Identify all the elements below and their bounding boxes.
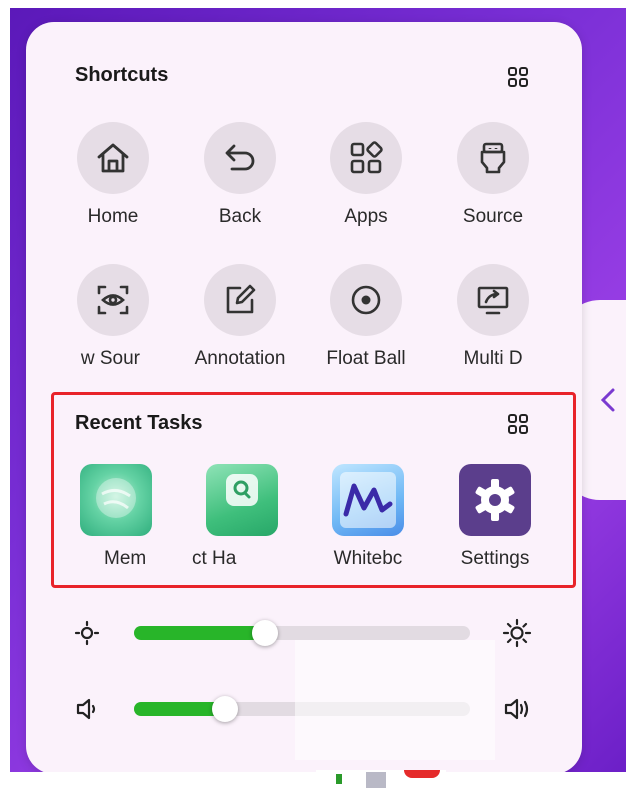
brightness-high-button[interactable] <box>500 616 534 650</box>
shortcut-multi-display[interactable]: Multi D <box>430 264 540 384</box>
shortcuts-title: Shortcuts <box>75 64 169 86</box>
recent-tasks-title: Recent Tasks <box>75 412 203 434</box>
shortcut-annotation-label: Annotation <box>194 348 286 369</box>
recent-task-settings-label: Settings <box>460 548 530 569</box>
brightness-low-button[interactable] <box>70 616 104 650</box>
brightness-low-icon <box>74 620 100 646</box>
volume-thumb[interactable] <box>211 696 238 722</box>
back-icon <box>225 144 255 171</box>
recent-task-search-app-label: ct Ha <box>192 548 237 569</box>
shortcut-source-label: Source <box>462 206 524 227</box>
search-app-icon <box>206 464 278 536</box>
grid-icon <box>508 414 528 434</box>
recent-task-whiteboard[interactable]: Whitebc <box>304 464 424 574</box>
recent-task-memo-label: Mem <box>104 548 147 569</box>
shortcut-back-label: Back <box>218 206 262 227</box>
screen-frame-left <box>0 0 10 789</box>
recent-task-whiteboard-label: Whitebc <box>333 548 403 569</box>
shortcut-annotation-circle <box>204 264 276 336</box>
recent-tasks-edit-button[interactable] <box>505 411 531 437</box>
source-icon <box>480 142 506 174</box>
multi-display-icon <box>477 286 509 315</box>
screen-frame-bottom <box>0 772 626 789</box>
volume-high-button[interactable] <box>500 692 534 726</box>
shortcut-apps-label: Apps <box>344 206 388 227</box>
home-icon <box>97 143 129 173</box>
dock-item-green <box>336 774 342 784</box>
shortcut-float-ball[interactable]: Float Ball <box>303 264 413 384</box>
whiteboard-app-icon <box>332 464 404 536</box>
screen-frame-top <box>0 0 626 8</box>
shortcut-screen-view[interactable]: w Sour <box>50 264 160 384</box>
shortcut-back[interactable]: Back <box>177 122 287 242</box>
volume-low-icon <box>76 698 96 720</box>
shortcut-home-label: Home <box>87 206 139 227</box>
recent-task-search-app[interactable]: ct Ha <box>178 464 298 574</box>
brightness-thumb[interactable] <box>252 620 279 646</box>
annotation-icon <box>226 284 256 314</box>
volume-low-button[interactable] <box>70 692 104 726</box>
collapse-panel-button[interactable] <box>596 384 620 416</box>
background-overlay <box>295 640 495 760</box>
dock-item-gray <box>366 772 386 788</box>
shortcuts-edit-button[interactable] <box>505 64 531 90</box>
shortcut-float-ball-label: Float Ball <box>326 348 406 369</box>
recent-task-memo[interactable]: Mem <box>52 464 172 574</box>
dock-item-red <box>404 770 440 778</box>
shortcut-multi-display-label: Multi D <box>463 348 523 369</box>
shortcut-screen-view-circle <box>77 264 149 336</box>
float-ball-icon <box>351 285 381 315</box>
volume-high-icon <box>504 698 529 720</box>
shortcut-screen-view-label: w Sour <box>80 348 140 369</box>
shortcut-apps[interactable]: Apps <box>303 122 413 242</box>
brightness-track[interactable] <box>134 620 470 646</box>
settings-app-icon <box>459 464 531 536</box>
shortcut-annotation[interactable]: Annotation <box>177 264 287 384</box>
brightness-fill <box>134 626 266 640</box>
memo-app-icon <box>80 464 152 536</box>
chevron-left-icon <box>600 388 615 412</box>
screen-view-icon <box>97 285 129 315</box>
shortcut-source-circle <box>457 122 529 194</box>
recent-task-settings[interactable]: Settings <box>431 464 551 574</box>
grid-icon <box>508 67 528 87</box>
shortcut-home[interactable]: Home <box>50 122 160 242</box>
shortcut-multi-display-circle <box>457 264 529 336</box>
shortcut-source[interactable]: Source <box>430 122 540 242</box>
brightness-high-icon <box>502 618 532 648</box>
shortcut-apps-circle <box>330 122 402 194</box>
apps-icon <box>350 141 383 174</box>
shortcut-back-circle <box>204 122 276 194</box>
dock-partial <box>316 770 446 789</box>
shortcut-home-circle <box>77 122 149 194</box>
shortcut-float-ball-circle <box>330 264 402 336</box>
